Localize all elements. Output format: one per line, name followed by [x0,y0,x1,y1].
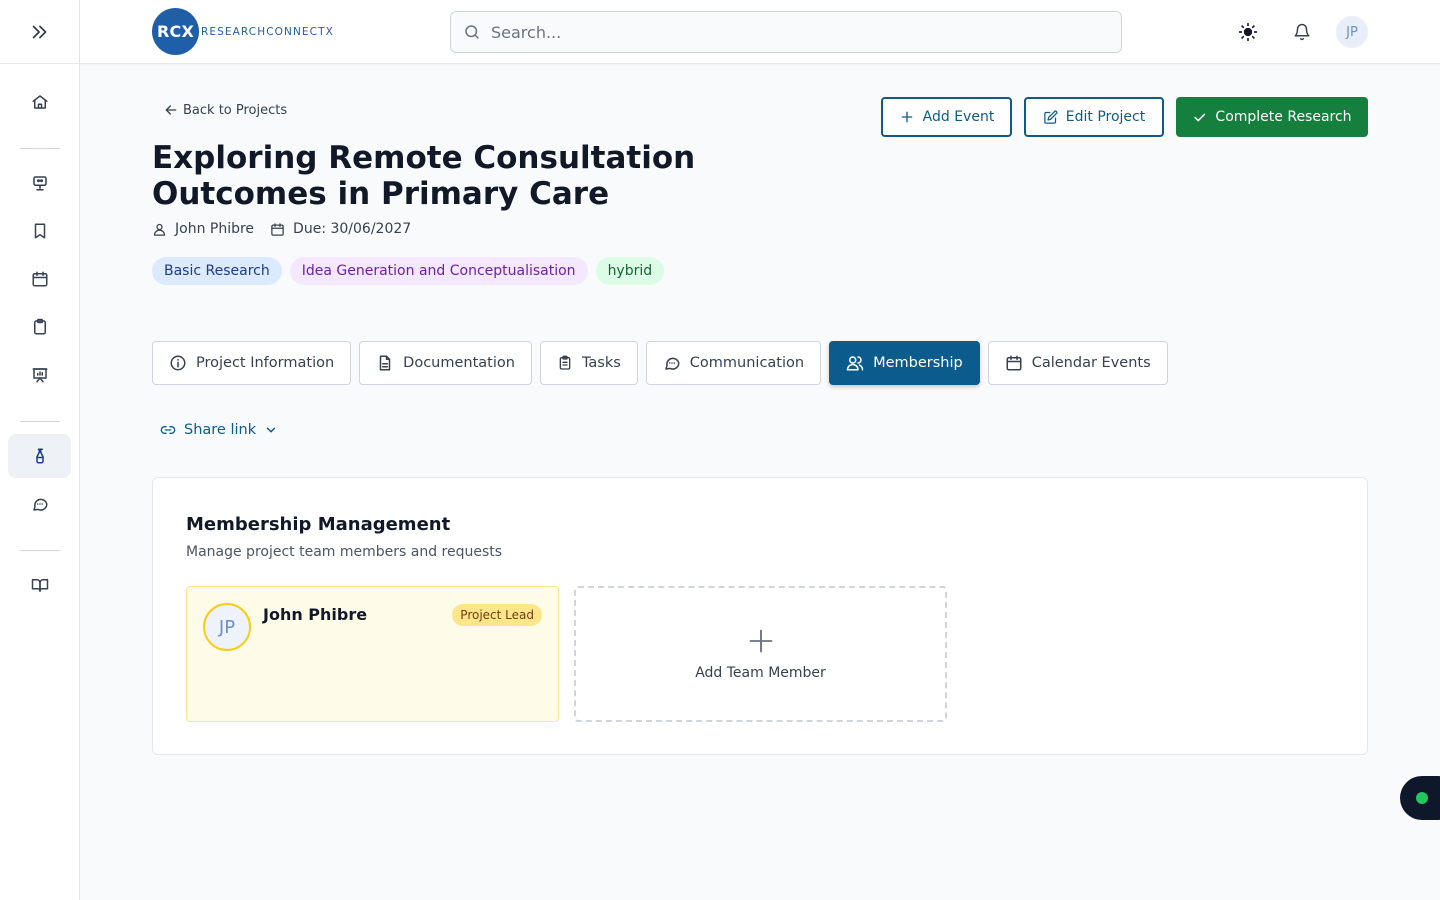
calendar-icon [270,222,285,237]
add-team-member-button[interactable]: Add Team Member [574,586,947,722]
tab-project-information[interactable]: Project Information [152,341,352,385]
home-icon [31,93,49,111]
add-team-member-label: Add Team Member [695,665,826,681]
edit-project-label: Edit Project [1065,109,1146,125]
member-name: John Phibre [263,605,368,624]
add-event-button[interactable]: Add Event [881,97,1012,137]
project-title: Exploring Remote Consultation Outcomes i… [152,140,696,212]
plus-icon [747,627,775,655]
sidebar-item-tasks[interactable] [8,305,71,349]
arrow-left-icon [163,102,179,118]
member-role-badge: Project Lead [452,604,542,626]
tab-documentation[interactable]: Documentation [359,341,532,385]
chat-icon [31,495,49,513]
tab-label: Membership [873,355,963,371]
back-to-projects-link[interactable]: Back to Projects [163,102,287,118]
membership-title: Membership Management [186,514,451,535]
edit-project-button[interactable]: Edit Project [1024,97,1164,137]
sidebar-divider [20,550,60,551]
top-header: RCX RESEARCHCONNECTX JP [80,0,1440,64]
tab-tasks[interactable]: Tasks [539,341,638,385]
clipboard-icon [31,318,49,336]
sidebar-item-bookmarks[interactable] [8,209,71,253]
project-owner: John Phibre [152,221,254,237]
due-date: Due: 30/06/2027 [293,221,412,237]
chat-icon [663,354,681,372]
project-tags: Basic Research Idea Generation and Conce… [152,257,672,285]
book-icon [31,576,49,594]
presentation-icon [31,174,49,192]
add-event-label: Add Event [922,109,995,125]
sidebar-item-presentations[interactable] [8,161,71,205]
floating-status-widget[interactable] [1400,776,1440,820]
search-icon [463,23,481,41]
user-icon [152,222,167,237]
sidebar-expand-button[interactable] [0,0,79,64]
sidebar-item-research[interactable] [8,434,71,478]
project-tabs: Project Information Documentation Tasks … [152,341,1176,385]
project-meta: John Phibre Due: 30/06/2027 [152,221,427,237]
sidebar-item-library[interactable] [8,563,71,607]
sidebar-item-analytics[interactable] [8,353,71,397]
chevron-down-icon [264,423,278,437]
chevrons-right-icon [29,21,51,43]
document-icon [376,354,394,372]
tag-stage: Idea Generation and Conceptualisation [289,257,588,285]
search-input[interactable] [491,22,1091,42]
sidebar-item-calendar[interactable] [8,257,71,301]
notifications-button[interactable] [1290,20,1314,44]
tag-research-type: Basic Research [152,257,282,285]
sun-icon [1238,22,1258,42]
tab-label: Project Information [196,355,335,371]
tab-label: Documentation [403,355,515,371]
tag-mode: hybrid [595,257,665,285]
calendar-icon [31,270,49,288]
edit-icon [1043,110,1058,125]
chart-board-icon [31,366,49,384]
user-avatar[interactable]: JP [1336,16,1368,48]
tab-calendar-events[interactable]: Calendar Events [987,341,1168,385]
tab-membership[interactable]: Membership [829,341,980,385]
project-due-date: Due: 30/06/2027 [270,221,411,237]
tab-label: Communication [689,355,805,371]
sidebar-divider [20,148,60,149]
theme-toggle-button[interactable] [1236,20,1260,44]
sidebar [0,0,80,900]
tab-label: Calendar Events [1031,355,1151,371]
calendar-icon [1005,354,1023,372]
sidebar-item-home[interactable] [8,80,71,124]
member-avatar: JP [203,603,251,651]
plus-icon [899,109,915,125]
users-icon [846,354,864,372]
info-icon [169,354,187,372]
logo-badge: RCX [152,8,199,55]
online-status-dot [1416,792,1428,804]
flask-icon [31,447,49,465]
back-label: Back to Projects [183,102,288,118]
member-card[interactable]: JP John Phibre Project Lead [186,586,559,722]
app-logo[interactable]: RCX RESEARCHCONNECTX [152,8,334,55]
membership-subtitle: Manage project team members and requests [186,544,503,560]
sidebar-item-messages[interactable] [8,482,71,526]
clipboard-icon [557,355,573,371]
bookmark-icon [31,222,49,240]
logo-text: RESEARCHCONNECTX [201,25,334,38]
tab-label: Tasks [581,355,621,371]
owner-name: John Phibre [175,221,255,237]
complete-research-label: Complete Research [1215,109,1352,125]
check-icon [1192,110,1207,125]
tab-communication[interactable]: Communication [645,341,822,385]
complete-research-button[interactable]: Complete Research [1176,97,1368,137]
bell-icon [1293,23,1311,41]
sidebar-divider [20,421,60,422]
search-bar [450,11,1122,53]
link-icon [160,422,176,438]
share-link-label: Share link [184,422,257,438]
share-link-dropdown[interactable]: Share link [160,422,278,438]
membership-card: Membership Management Manage project tea… [152,477,1368,755]
